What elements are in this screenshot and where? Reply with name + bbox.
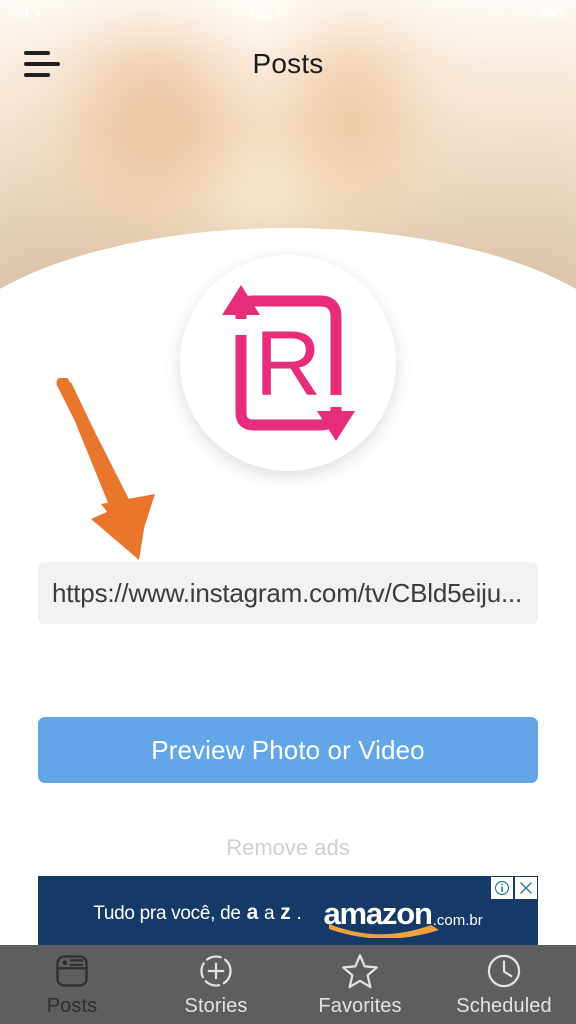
ad-tagline: Tudo pra você, de a a z . (93, 901, 302, 925)
alarm-icon: ⏱ (523, 6, 533, 20)
status-bar-right: ☉ ♃ ⏱ (489, 6, 565, 20)
clock-icon (487, 954, 521, 987)
ad-tagline-mid: a (264, 903, 275, 924)
ad-info-icon[interactable] (491, 877, 513, 899)
nav-label-posts: Posts (46, 994, 98, 1017)
nav-item-stories[interactable]: Stories (144, 945, 288, 1024)
menu-line-1 (24, 51, 50, 55)
ad-content: Tudo pra você, de a a z . amazon .com.br (38, 876, 538, 950)
signal-bars-icon (14, 8, 28, 18)
page-title: Posts (252, 48, 324, 79)
nav-label-scheduled: Scheduled (456, 994, 552, 1017)
ad-tagline-z: z (280, 901, 291, 924)
status-bar: ▴ 12:14 ☉ ♃ ⏱ (0, 0, 576, 26)
preview-photo-or-video-button[interactable]: Preview Photo or Video (38, 717, 538, 783)
preview-button-label: Preview Photo or Video (151, 734, 425, 765)
status-bar-left: ▴ (14, 7, 41, 19)
repost-logo-svg: R (222, 285, 355, 441)
status-bar-clock: 12:14 (248, 5, 283, 21)
bottom-navigation-bar: Posts Stories Favorites Scheduled (0, 945, 576, 1024)
app-bar: Posts (0, 26, 576, 102)
bluetooth-icon: ♃ (507, 6, 517, 20)
svg-text:R: R (255, 313, 321, 415)
nav-label-stories: Stories (184, 994, 248, 1017)
dnd-icon: ☉ (489, 6, 501, 20)
star-icon (342, 953, 378, 988)
ad-controls (491, 877, 537, 899)
wifi-icon: ▴ (35, 6, 42, 20)
hamburger-menu-icon[interactable] (24, 44, 68, 84)
battery-icon (540, 7, 565, 19)
nav-label-favorites: Favorites (318, 994, 402, 1017)
nav-item-scheduled[interactable]: Scheduled (432, 945, 576, 1024)
advertisement-banner[interactable]: Tudo pra você, de a a z . amazon .com.br (38, 876, 538, 950)
instagram-url-value: https://www.instagram.com/tv/CBld5eiju..… (52, 577, 523, 608)
repost-logo: R (180, 255, 396, 471)
ad-tagline-end: . (296, 903, 302, 924)
nav-item-posts[interactable]: Posts (0, 945, 144, 1024)
stories-add-icon (200, 954, 232, 987)
app-screen: ▴ 12:14 ☉ ♃ ⏱ Posts R https://www.instag… (0, 0, 576, 1024)
menu-line-2 (24, 62, 60, 66)
nav-item-favorites[interactable]: Favorites (288, 945, 432, 1024)
posts-icon (56, 954, 88, 987)
ad-close-icon[interactable] (515, 877, 537, 899)
ad-tagline-a: a (246, 901, 259, 924)
ad-tagline-prefix: Tudo pra você, de (93, 903, 241, 924)
amazon-logo: amazon .com.br (323, 898, 483, 938)
remove-ads-link[interactable]: Remove ads (0, 835, 576, 861)
menu-line-3 (24, 73, 50, 77)
instagram-url-input[interactable]: https://www.instagram.com/tv/CBld5eiju..… (38, 562, 538, 624)
amazon-smile-icon (329, 923, 440, 938)
